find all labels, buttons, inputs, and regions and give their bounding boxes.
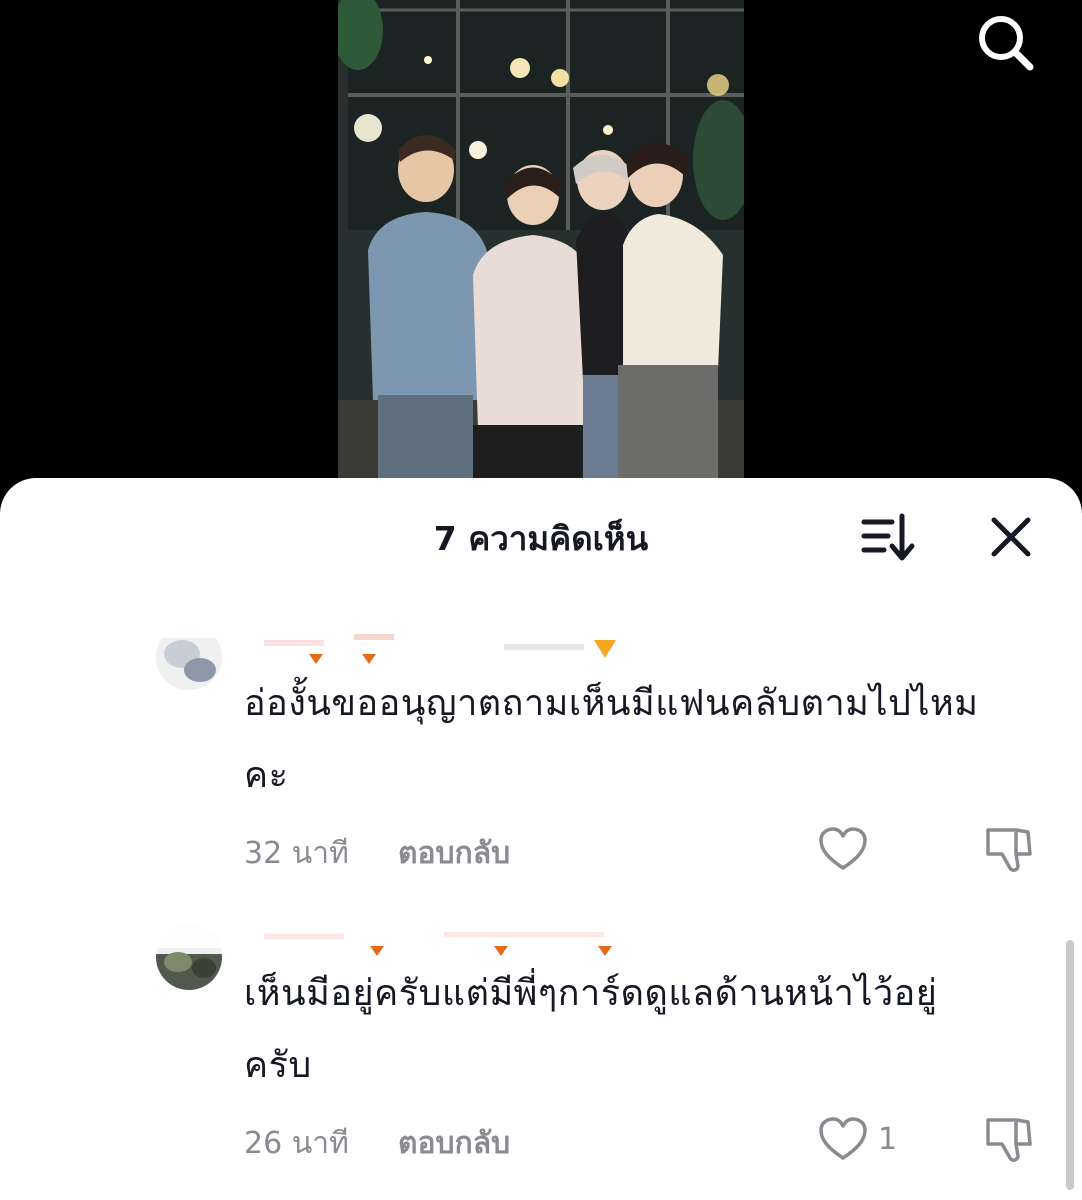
comment-time: 32 นาที xyxy=(244,836,349,871)
sort-button[interactable] xyxy=(856,508,918,566)
dislike-button[interactable] xyxy=(982,1114,1036,1164)
avatar-image xyxy=(156,624,222,690)
reply-button[interactable]: ตอบกลับ xyxy=(398,830,510,877)
dislike-button[interactable] xyxy=(982,824,1036,874)
search-icon xyxy=(979,16,1034,71)
comment-item: อ่องั้นขออนุญาตถามเห็นมีแฟนคลับตามไปไหม … xyxy=(0,624,1082,894)
avatar[interactable] xyxy=(156,624,222,690)
thumbs-down-icon xyxy=(986,828,1032,872)
comments-header: 7 ความคิดเห็น xyxy=(0,478,1082,588)
heart-icon xyxy=(819,827,867,870)
comment-text: อ่องั้นขออนุญาตถามเห็นมีแฟนคลับตามไปไหม … xyxy=(244,668,1044,812)
comment-text: เห็นมีอยู่ครับแต่มีพี่ๆการ์ดดูแลด้านหน้า… xyxy=(244,958,1044,1102)
heart-icon xyxy=(819,1117,867,1160)
comments-scrollbar[interactable] xyxy=(1066,940,1074,1190)
username-redacted[interactable] xyxy=(244,916,624,956)
username-redacted[interactable] xyxy=(244,624,624,664)
comments-count-title: 7 ความคิดเห็น xyxy=(433,519,649,558)
close-button[interactable] xyxy=(982,508,1040,566)
video-player[interactable] xyxy=(0,0,1082,520)
comment-text-line: เห็นมีอยู่ครับแต่มีพี่ๆการ์ดดูแลด้านหน้า… xyxy=(244,973,938,1014)
search-button[interactable] xyxy=(970,10,1040,74)
video-frame[interactable] xyxy=(338,0,744,520)
comments-sheet: 7 ความคิดเห็น อ่องั้นขออนุญาตถามเห็นมีแฟ… xyxy=(0,478,1082,1200)
like-button[interactable] xyxy=(818,824,878,874)
thumbs-down-icon xyxy=(986,1118,1032,1162)
comment-text-line: คะ xyxy=(244,755,289,796)
comment-time: 26 นาที xyxy=(244,1126,349,1161)
like-button[interactable]: 1 xyxy=(818,1114,897,1164)
reply-button[interactable]: ตอบกลับ xyxy=(398,1120,510,1167)
comment-item: เห็นมีอยู่ครับแต่มีพี่ๆการ์ดดูแลด้านหน้า… xyxy=(0,924,1082,1200)
comment-meta: 32 นาที ตอบกลับ xyxy=(244,824,1044,874)
close-icon xyxy=(991,517,1031,557)
avatar[interactable] xyxy=(156,924,222,990)
sort-icon xyxy=(861,513,915,561)
comment-meta: 26 นาที ตอบกลับ 1 xyxy=(244,1114,1044,1164)
app-screen: 7 ความคิดเห็น อ่องั้นขออนุญาตถามเห็นมีแฟ… xyxy=(0,0,1082,1200)
comment-text-line: อ่องั้นขออนุญาตถามเห็นมีแฟนคลับตามไปไหม xyxy=(244,683,979,724)
avatar-image xyxy=(156,924,222,990)
video-thumbnail-image xyxy=(338,0,744,520)
like-count: 1 xyxy=(878,1121,898,1157)
comment-text-line: ครับ xyxy=(244,1045,312,1086)
